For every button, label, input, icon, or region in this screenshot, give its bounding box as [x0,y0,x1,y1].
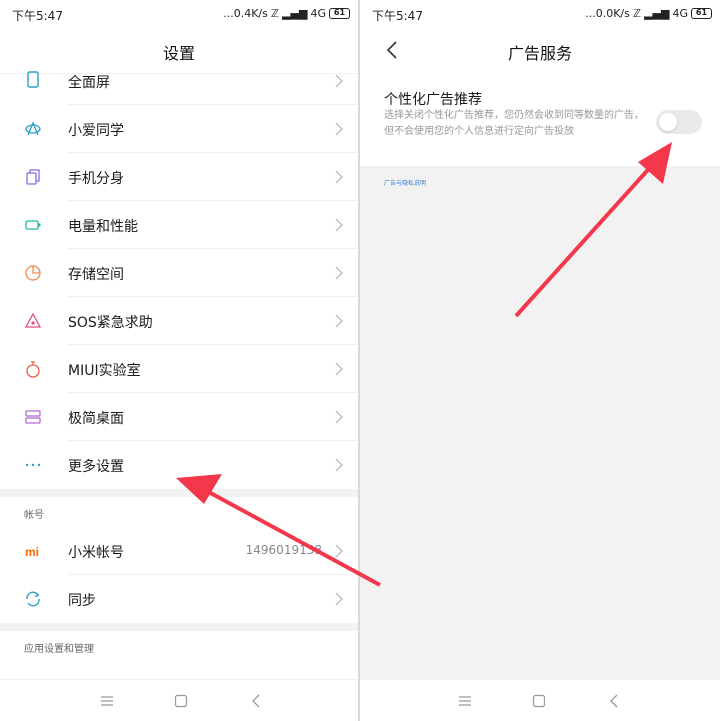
section-header-apps: 应用设置和管理 [24,644,94,655]
settings-item-label: 电量和性能 [68,219,138,235]
settings-item-storage[interactable]: 存储空间 [0,249,358,297]
section-header-account: 帐号 [24,510,44,521]
chevron-right-icon [335,170,343,184]
settings-item-fullscreen[interactable]: 全面屏 [0,71,358,105]
status-bar: 下午5:47 ...0.0K/s ℤ ▂▄▆ 4G 61 [360,0,720,28]
settings-item-sos[interactable]: SOS紧急求助 [0,297,358,345]
navigation-bar [360,679,720,721]
settings-item-simple-desktop[interactable]: 极简桌面 [0,393,358,441]
section-gap [0,489,358,497]
fullscreen-icon [27,71,39,88]
menu-icon[interactable] [99,693,115,709]
chevron-right-icon [335,410,343,424]
settings-list: 全面屏 小爱同学 手机分身 电量和性能 存储空间 SOS紧急求助 MIUI实验室… [0,71,358,661]
lab-icon [26,361,40,378]
settings-item-label: 极简桌面 [68,411,124,427]
simple-desktop-icon [25,410,41,424]
settings-item-label: 小爱同学 [68,123,124,139]
settings-screen: 下午5:47 ...0.4K/s ℤ ▂▄▆ 4G 61 设置 全面屏 小爱同学… [0,0,358,721]
privacy-policy-link[interactable]: 广告与隐私说明 [384,178,426,187]
sync-icon [26,591,40,607]
title-bar: 广告服务 [360,28,720,74]
settings-item-label: 全面屏 [68,75,110,91]
settings-item-sync[interactable]: 同步 [0,575,358,623]
settings-item-label: MIUI实验室 [68,363,141,379]
xiaoai-icon [25,121,41,136]
chevron-right-icon [335,592,343,606]
back-icon[interactable] [249,693,265,709]
settings-item-label: SOS紧急求助 [68,315,153,331]
status-icons: ...0.0K/s ℤ ▂▄▆ 4G 61 [585,7,712,20]
status-icons: ...0.4K/s ℤ ▂▄▆ 4G 61 [223,7,350,20]
chevron-right-icon [335,362,343,376]
mi-logo-icon: mi [25,545,39,559]
network-type: 4G [310,7,326,20]
chevron-right-icon [335,314,343,328]
mute-icon: ℤ [632,7,642,20]
network-type: 4G [672,7,688,20]
content-background [360,166,720,679]
personalized-ads-description: 选择关闭个性化广告推荐，您仍然会收到同等数量的广告，但不会使用您的个人信息进行定… [384,110,644,137]
settings-item-lab[interactable]: MIUI实验室 [0,345,358,393]
chevron-right-icon [335,122,343,136]
page-title: 广告服务 [507,44,572,63]
status-time: 下午5:47 [12,9,63,23]
storage-icon [25,265,41,281]
home-icon[interactable] [173,693,189,709]
signal-icon: ▂▄▆ [282,7,308,20]
settings-item-label: 同步 [68,593,96,609]
settings-item-more[interactable]: 更多设置 [0,441,358,489]
sos-icon [24,312,42,328]
signal-icon: ▂▄▆ [644,7,670,20]
personalized-ads-title: 个性化广告推荐 [384,92,482,108]
chevron-right-icon [335,218,343,232]
settings-item-mi-account[interactable]: mi 小米帐号 1496019138 [0,527,358,575]
home-icon[interactable] [531,693,547,709]
more-icon [25,463,41,467]
settings-item-label: 更多设置 [68,459,124,475]
title-bar: 设置 [0,28,358,74]
settings-item-label: 小米帐号 [68,545,124,561]
mute-icon: ℤ [270,7,280,20]
settings-item-battery[interactable]: 电量和性能 [0,201,358,249]
network-speed: ...0.4K/s [223,7,268,20]
chevron-right-icon [335,544,343,558]
back-icon[interactable] [607,693,623,709]
navigation-bar [0,679,358,721]
settings-item-xiaoai[interactable]: 小爱同学 [0,105,358,153]
personalized-ads-toggle[interactable] [656,110,702,134]
chevron-right-icon [335,74,343,88]
battery-icon: 61 [329,8,350,19]
ad-service-screen: 下午5:47 ...0.0K/s ℤ ▂▄▆ 4G 61 广告服务 个性化广告推… [360,0,720,721]
battery-performance-icon [25,220,41,230]
settings-item-label: 手机分身 [68,171,124,187]
account-id: 1496019138 [245,543,322,557]
second-space-icon [26,169,40,185]
settings-item-label: 存储空间 [68,267,124,283]
battery-icon: 61 [691,8,712,19]
svg-text:mi: mi [25,545,39,559]
status-time: 下午5:47 [372,9,423,23]
status-bar: 下午5:47 ...0.4K/s ℤ ▂▄▆ 4G 61 [0,0,358,28]
settings-item-second-space[interactable]: 手机分身 [0,153,358,201]
page-title: 设置 [162,44,195,63]
menu-icon[interactable] [457,693,473,709]
section-gap [0,623,358,631]
chevron-right-icon [335,266,343,280]
chevron-right-icon [335,458,343,472]
network-speed: ...0.0K/s [585,7,630,20]
toggle-knob [659,113,677,131]
